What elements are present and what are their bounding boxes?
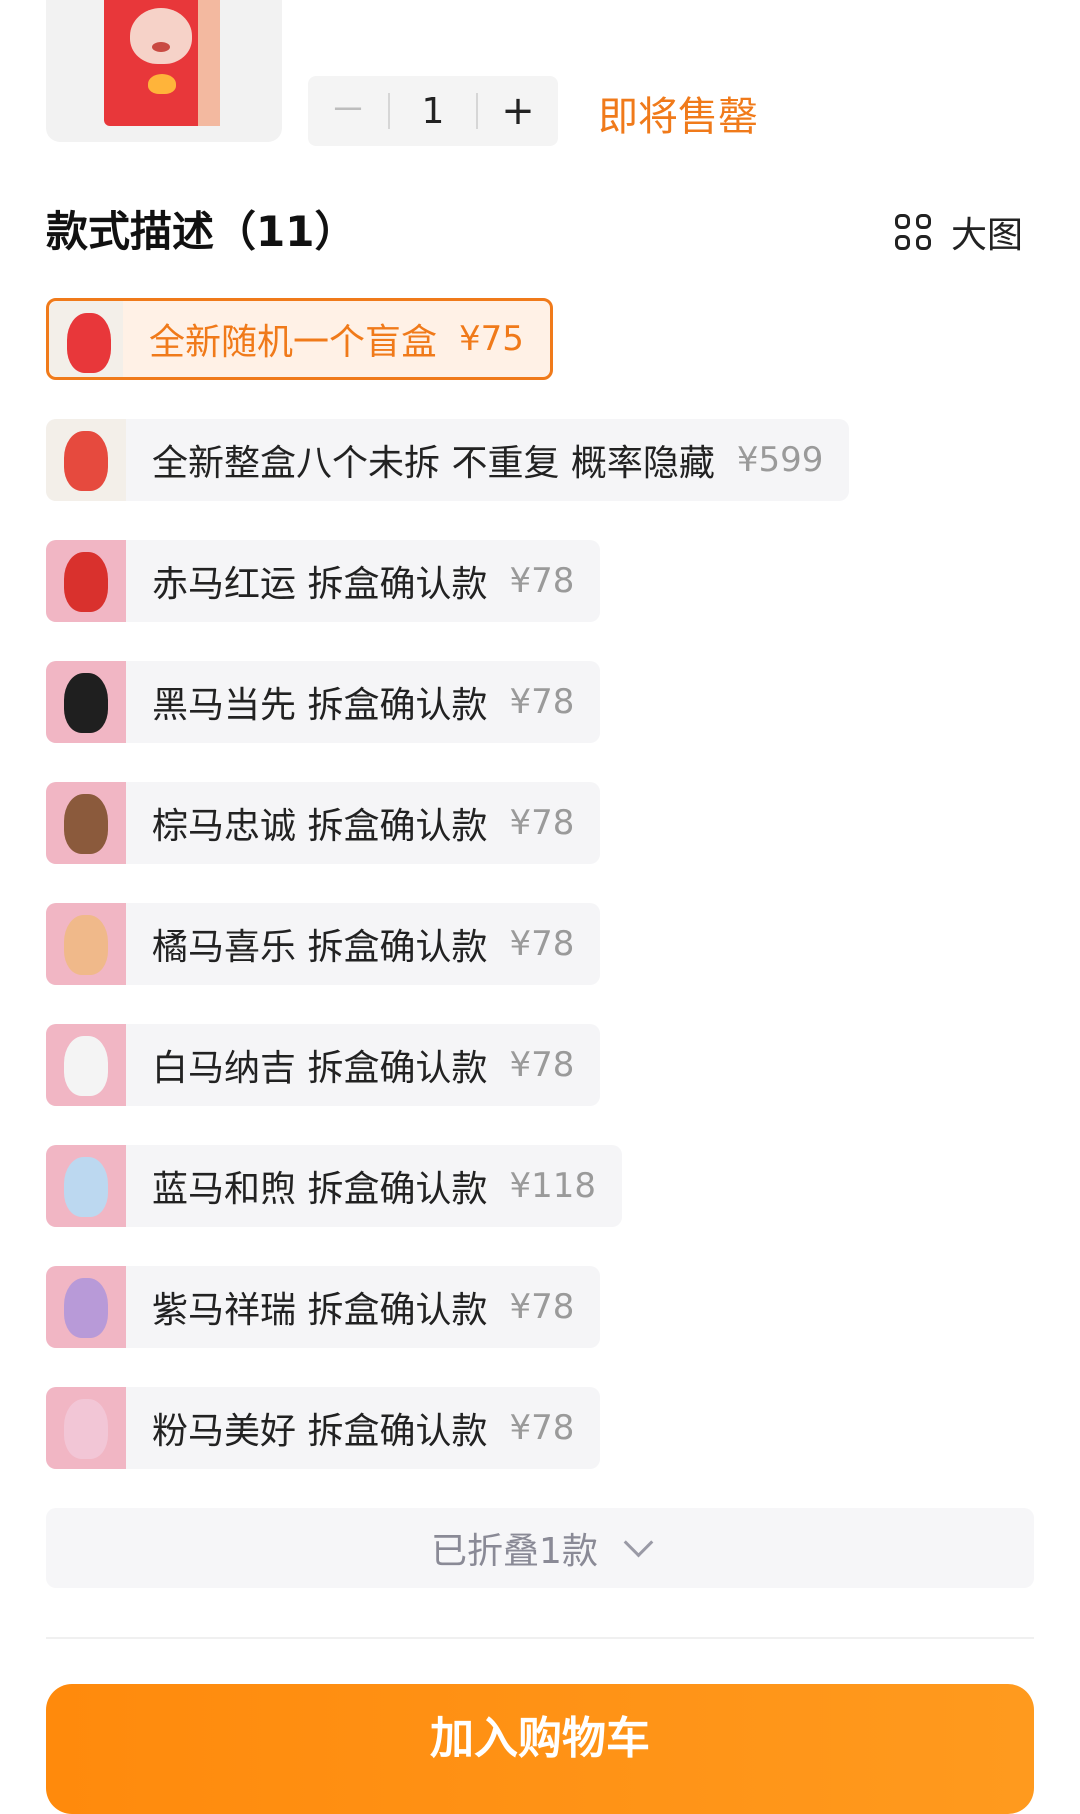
option-price: ¥78 xyxy=(509,561,575,601)
option-price: ¥78 xyxy=(509,803,575,843)
option-thumbnail xyxy=(46,661,126,743)
style-option[interactable]: 赤马红运 拆盒确认款 ¥78 xyxy=(46,540,601,622)
increment-button[interactable]: + xyxy=(478,76,558,146)
product-figure-image xyxy=(64,431,108,491)
style-option[interactable]: 粉马美好 拆盒确认款 ¥78 xyxy=(46,1387,601,1469)
style-option[interactable]: 白马纳吉 拆盒确认款 ¥78 xyxy=(46,1024,601,1106)
product-image[interactable] xyxy=(46,0,282,142)
option-name: 白马纳吉 拆盒确认款 xyxy=(152,1048,488,1089)
option-name: 赤马红运 拆盒确认款 xyxy=(152,564,488,605)
product-figure-image xyxy=(64,1036,108,1096)
product-figure-image xyxy=(64,1399,108,1459)
blind-box-image xyxy=(104,0,220,126)
quantity-value[interactable]: 1 xyxy=(390,91,476,132)
option-thumbnail xyxy=(49,301,123,377)
divider xyxy=(46,1637,1034,1639)
box-side-graphic xyxy=(198,0,220,126)
option-thumbnail xyxy=(46,1266,126,1348)
collapsed-label: 已折叠1款 xyxy=(431,1531,598,1572)
style-option[interactable]: 棕马忠诚 拆盒确认款 ¥78 xyxy=(46,782,601,864)
option-name: 黑马当先 拆盒确认款 xyxy=(152,685,488,726)
section-title: 款式描述（11） xyxy=(46,207,357,256)
option-price: ¥599 xyxy=(736,440,824,480)
quantity-stepper: － 1 + xyxy=(308,76,558,146)
option-thumbnail xyxy=(46,1387,126,1469)
option-name: 橘马喜乐 拆盒确认款 xyxy=(152,927,488,968)
product-figure-image xyxy=(67,313,111,373)
option-thumbnail xyxy=(46,903,126,985)
heart-graphic xyxy=(148,74,176,94)
option-price: ¥78 xyxy=(509,1045,575,1085)
grid-icon xyxy=(895,214,931,250)
product-figure-image xyxy=(64,1157,108,1217)
horse-face-graphic xyxy=(130,8,192,64)
option-thumbnail xyxy=(46,782,126,864)
big-view-toggle[interactable]: 大图 xyxy=(895,206,1023,258)
style-option[interactable]: 黑马当先 拆盒确认款 ¥78 xyxy=(46,661,601,743)
option-price: ¥78 xyxy=(509,1408,575,1448)
option-name: 棕马忠诚 拆盒确认款 xyxy=(152,806,488,847)
option-thumbnail xyxy=(46,1024,126,1106)
option-price: ¥78 xyxy=(509,1287,575,1327)
product-figure-image xyxy=(64,915,108,975)
option-price: ¥78 xyxy=(509,924,575,964)
product-figure-image xyxy=(64,673,108,733)
option-price: ¥75 xyxy=(459,319,524,359)
style-option[interactable]: 橘马喜乐 拆盒确认款 ¥78 xyxy=(46,903,601,985)
option-thumbnail xyxy=(46,1145,126,1227)
stock-status: 即将售罄 xyxy=(598,94,758,140)
option-price: ¥78 xyxy=(509,682,575,722)
style-option[interactable]: 全新整盒八个未拆 不重复 概率隐藏 ¥599 xyxy=(46,419,850,501)
big-view-label: 大图 xyxy=(951,215,1024,256)
option-thumbnail xyxy=(46,419,126,501)
option-name: 蓝马和煦 拆盒确认款 xyxy=(152,1169,488,1210)
collapsed-items-toggle[interactable]: 已折叠1款 xyxy=(46,1508,1034,1588)
decrement-button[interactable]: － xyxy=(308,76,388,146)
chevron-down-icon xyxy=(623,1527,654,1557)
product-figure-image xyxy=(64,552,108,612)
product-figure-image xyxy=(64,794,108,854)
style-option[interactable]: 蓝马和煦 拆盒确认款 ¥118 xyxy=(46,1145,622,1227)
style-option[interactable]: 全新随机一个盲盒 ¥75 xyxy=(46,298,553,380)
option-name: 全新整盒八个未拆 不重复 概率隐藏 xyxy=(152,443,715,484)
option-price: ¥118 xyxy=(509,1166,596,1206)
product-figure-image xyxy=(64,1278,108,1338)
add-to-cart-button[interactable]: 加入购物车 xyxy=(46,1684,1034,1814)
style-option[interactable]: 紫马祥瑞 拆盒确认款 ¥78 xyxy=(46,1266,601,1348)
option-name: 全新随机一个盲盒 xyxy=(149,322,438,363)
option-thumbnail xyxy=(46,540,126,622)
option-name: 紫马祥瑞 拆盒确认款 xyxy=(152,1290,488,1331)
option-name: 粉马美好 拆盒确认款 xyxy=(152,1411,488,1452)
